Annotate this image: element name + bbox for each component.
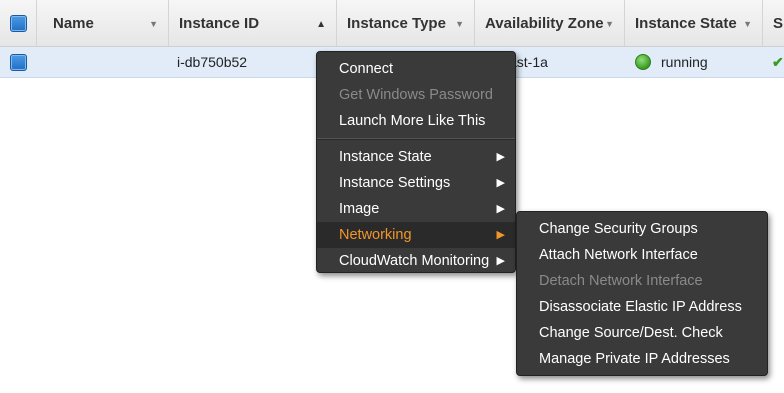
submenu-arrow-icon: ▶ (496, 203, 505, 215)
running-status-icon (635, 54, 651, 70)
cell-status-checks: ✔ (772, 47, 784, 77)
submenu-item-disassociate-elastic-ip[interactable]: Disassociate Elastic IP Address (517, 294, 767, 320)
sort-down-icon: ▼ (455, 19, 464, 29)
column-header-instance-state[interactable]: Instance State ▼ (625, 0, 763, 46)
select-all-header (0, 0, 37, 46)
instance-state-label: running (661, 54, 708, 70)
menu-item-get-windows-password[interactable]: Get Windows Password (317, 82, 515, 108)
cell-instance-id: i-db750b52 (177, 54, 248, 70)
cell-instance-state: running (635, 47, 763, 77)
submenu-item-change-security-groups[interactable]: Change Security Groups (517, 216, 767, 242)
submenu-arrow-icon: ▶ (496, 177, 505, 189)
menu-item-instance-settings[interactable]: Instance Settings ▶ (317, 170, 515, 196)
menu-item-label: Networking (339, 227, 412, 243)
column-header-instance-type[interactable]: Instance Type ▼ (337, 0, 475, 46)
column-header-label: Instance State (635, 14, 737, 32)
column-header-label: Instance Type (347, 14, 446, 32)
column-header-label: S (773, 14, 784, 32)
row-checkbox[interactable] (10, 53, 27, 71)
submenu-arrow-icon: ▶ (496, 229, 505, 241)
column-header-label: Availability Zone (485, 14, 604, 32)
menu-item-image[interactable]: Image ▶ (317, 196, 515, 222)
submenu-arrow-icon: ▶ (496, 151, 505, 163)
row-select-cell (0, 47, 37, 77)
table-header: Name ▼ Instance ID ▲ Instance Type ▼ Ava… (0, 0, 784, 47)
menu-item-connect[interactable]: Connect (317, 56, 515, 82)
column-header-status[interactable]: S (763, 0, 784, 46)
submenu-item-change-source-dest-check[interactable]: Change Source/Dest. Check (517, 320, 767, 346)
menu-item-label: Image (339, 201, 380, 217)
column-header-label: Name (53, 14, 94, 32)
menu-item-launch-more-like-this[interactable]: Launch More Like This (317, 108, 515, 134)
submenu-item-attach-network-interface[interactable]: Attach Network Interface (517, 242, 767, 268)
menu-item-label: Instance State (339, 149, 432, 165)
submenu-item-manage-private-ip[interactable]: Manage Private IP Addresses (517, 346, 767, 372)
column-header-availability-zone[interactable]: Availability Zone ▼ (475, 0, 625, 46)
check-icon: ✔ (772, 53, 784, 70)
sort-down-icon: ▼ (605, 19, 614, 29)
menu-separator (317, 138, 515, 140)
menu-item-instance-state[interactable]: Instance State ▶ (317, 144, 515, 170)
cell-name (53, 47, 169, 77)
instance-actions-context-menu: Connect Get Windows Password Launch More… (316, 51, 516, 273)
menu-item-networking[interactable]: Networking ▶ (317, 222, 515, 248)
sort-up-icon: ▲ (316, 19, 326, 30)
column-header-instance-id[interactable]: Instance ID ▲ (169, 0, 337, 46)
sort-down-icon: ▼ (743, 19, 752, 29)
submenu-item-detach-network-interface[interactable]: Detach Network Interface (517, 268, 767, 294)
menu-item-label: CloudWatch Monitoring (339, 253, 490, 269)
submenu-arrow-icon: ▶ (496, 255, 505, 267)
menu-item-label: Instance Settings (339, 175, 451, 191)
cell-availability-zone: ast-1a (509, 54, 548, 70)
select-all-checkbox[interactable] (9, 14, 27, 32)
column-header-label: Instance ID (179, 14, 260, 32)
menu-item-cloudwatch-monitoring[interactable]: CloudWatch Monitoring ▶ (317, 248, 515, 274)
sort-down-icon: ▼ (149, 19, 158, 29)
column-header-name[interactable]: Name ▼ (37, 0, 169, 46)
networking-submenu: Change Security Groups Attach Network In… (516, 211, 768, 376)
